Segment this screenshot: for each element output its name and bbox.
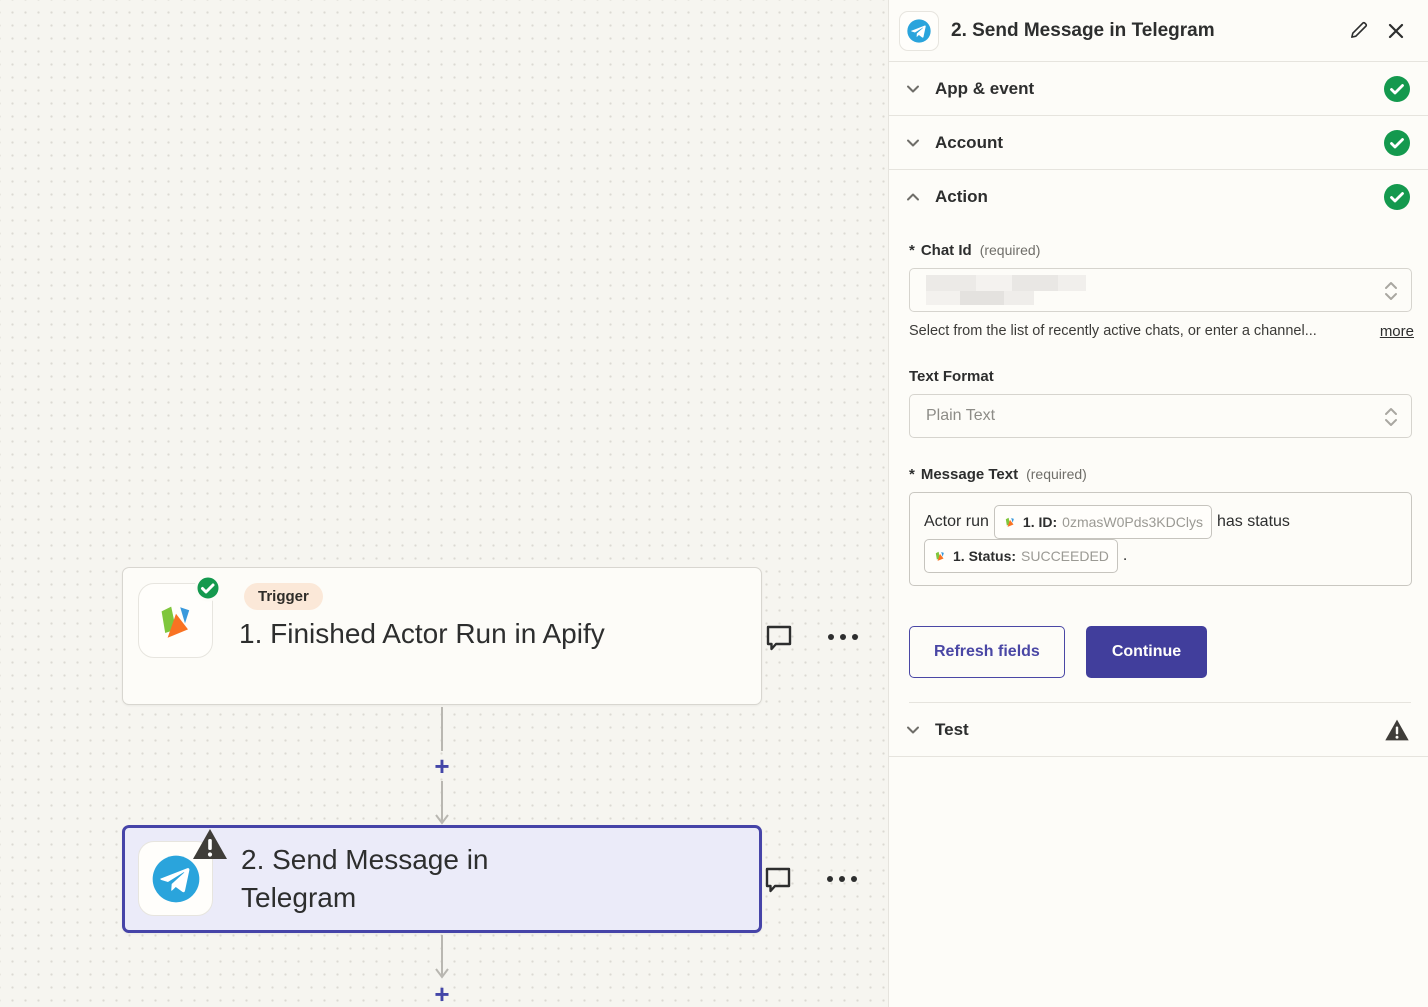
required-hint: (required) (980, 242, 1041, 258)
mapped-field-token[interactable]: 1. ID:0zmasW0Pds3KDClys (994, 505, 1212, 539)
edit-title-icon[interactable] (1346, 19, 1370, 43)
trigger-step-title: 1. Finished Actor Run in Apify (239, 615, 639, 653)
action-buttons-row: Refresh fields Continue (909, 626, 1411, 678)
panel-title: 2. Send Message in Telegram (951, 20, 1332, 42)
section-label: Account (935, 133, 1384, 153)
section-warning-icon (1384, 717, 1410, 743)
message-text-editor[interactable]: Actor run 1. ID:0zmasW0Pds3KDClys has stat… (909, 492, 1412, 586)
step-settings-panel: 2. Send Message in Telegram App & event (888, 0, 1428, 1007)
required-asterisk: * (909, 242, 915, 259)
add-step-button[interactable]: + (427, 753, 457, 779)
chat-id-helper-row: Select from the list of recently active … (909, 323, 1414, 340)
telegram-app-icon (138, 841, 213, 916)
mapped-field-token[interactable]: 1. Status:SUCCEEDED (924, 539, 1118, 573)
section-complete-icon (1384, 76, 1410, 102)
workflow-canvas[interactable]: Trigger 1. Finished Actor Run in Apify + (0, 0, 888, 1007)
action-step-card[interactable]: 2. Send Message in Telegram (122, 825, 762, 933)
chevron-down-icon (904, 721, 922, 739)
message-text-label: Message Text (921, 466, 1018, 483)
section-app-event[interactable]: App & event (889, 62, 1428, 116)
token-value: 0zmasW0Pds3KDClys (1062, 507, 1203, 537)
section-label: Action (935, 187, 1384, 207)
zap-editor: Trigger 1. Finished Actor Run in Apify + (0, 0, 1428, 1007)
connector-line (441, 707, 443, 751)
chat-id-redacted-value (926, 275, 1086, 305)
token-value: SUCCEEDED (1021, 541, 1109, 571)
select-stepper-icon (1381, 406, 1401, 428)
section-action[interactable]: Action (889, 170, 1428, 224)
continue-button[interactable]: Continue (1086, 626, 1207, 678)
chevron-down-icon (904, 134, 922, 152)
add-step-button[interactable]: + (427, 981, 457, 1007)
step-menu-icon[interactable] (826, 632, 860, 642)
chat-id-select[interactable] (909, 268, 1412, 312)
section-label: App & event (935, 79, 1384, 99)
telegram-app-icon (899, 11, 939, 51)
action-step-title: 2. Send Message in Telegram (241, 841, 571, 917)
panel-header: 2. Send Message in Telegram (889, 0, 1428, 62)
section-test[interactable]: Test (889, 703, 1428, 757)
connector-arrow (427, 781, 457, 825)
token-label: 1. ID: (1023, 507, 1057, 537)
trigger-badge: Trigger (244, 583, 323, 610)
telegram-logo-icon (905, 17, 933, 45)
note-comment-icon[interactable] (764, 622, 794, 652)
text-format-label: Text Format (909, 368, 994, 385)
note-comment-icon[interactable] (763, 864, 793, 894)
message-text-static: Actor run (924, 513, 989, 530)
message-text-static: . (1123, 547, 1127, 564)
apify-logo-icon (1003, 515, 1017, 529)
message-text-label-row: * Message Text (required) (909, 466, 1411, 483)
close-icon[interactable] (1384, 19, 1408, 43)
more-link[interactable]: more (1380, 323, 1414, 340)
apify-logo-icon (933, 549, 947, 563)
chat-id-label-row: * Chat Id (required) (909, 242, 1411, 259)
step-warning-badge-icon (190, 826, 230, 862)
chat-id-label: Chat Id (921, 242, 972, 259)
text-format-value: Plain Text (926, 407, 995, 425)
section-complete-icon (1384, 184, 1410, 210)
step-success-badge-icon (194, 574, 222, 602)
chevron-up-icon (904, 188, 922, 206)
section-account[interactable]: Account (889, 116, 1428, 170)
action-form: * Chat Id (required) Select from the lis… (889, 224, 1428, 703)
chat-id-helper-text: Select from the list of recently active … (909, 323, 1368, 340)
step-menu-icon[interactable] (825, 874, 859, 884)
text-format-select[interactable]: Plain Text (909, 394, 1412, 438)
required-asterisk: * (909, 466, 915, 483)
refresh-fields-button[interactable]: Refresh fields (909, 626, 1065, 678)
trigger-step-card[interactable]: Trigger 1. Finished Actor Run in Apify (122, 567, 762, 705)
apify-logo-icon (152, 597, 200, 645)
apify-app-icon (138, 583, 213, 658)
required-hint: (required) (1026, 466, 1087, 482)
section-complete-icon (1384, 130, 1410, 156)
text-format-label-row: Text Format (909, 368, 1411, 385)
connector-arrow (427, 935, 457, 979)
select-stepper-icon (1381, 280, 1401, 302)
token-label: 1. Status: (953, 541, 1016, 571)
chevron-down-icon (904, 80, 922, 98)
section-label: Test (935, 720, 1384, 740)
message-text-static: has status (1217, 513, 1290, 530)
